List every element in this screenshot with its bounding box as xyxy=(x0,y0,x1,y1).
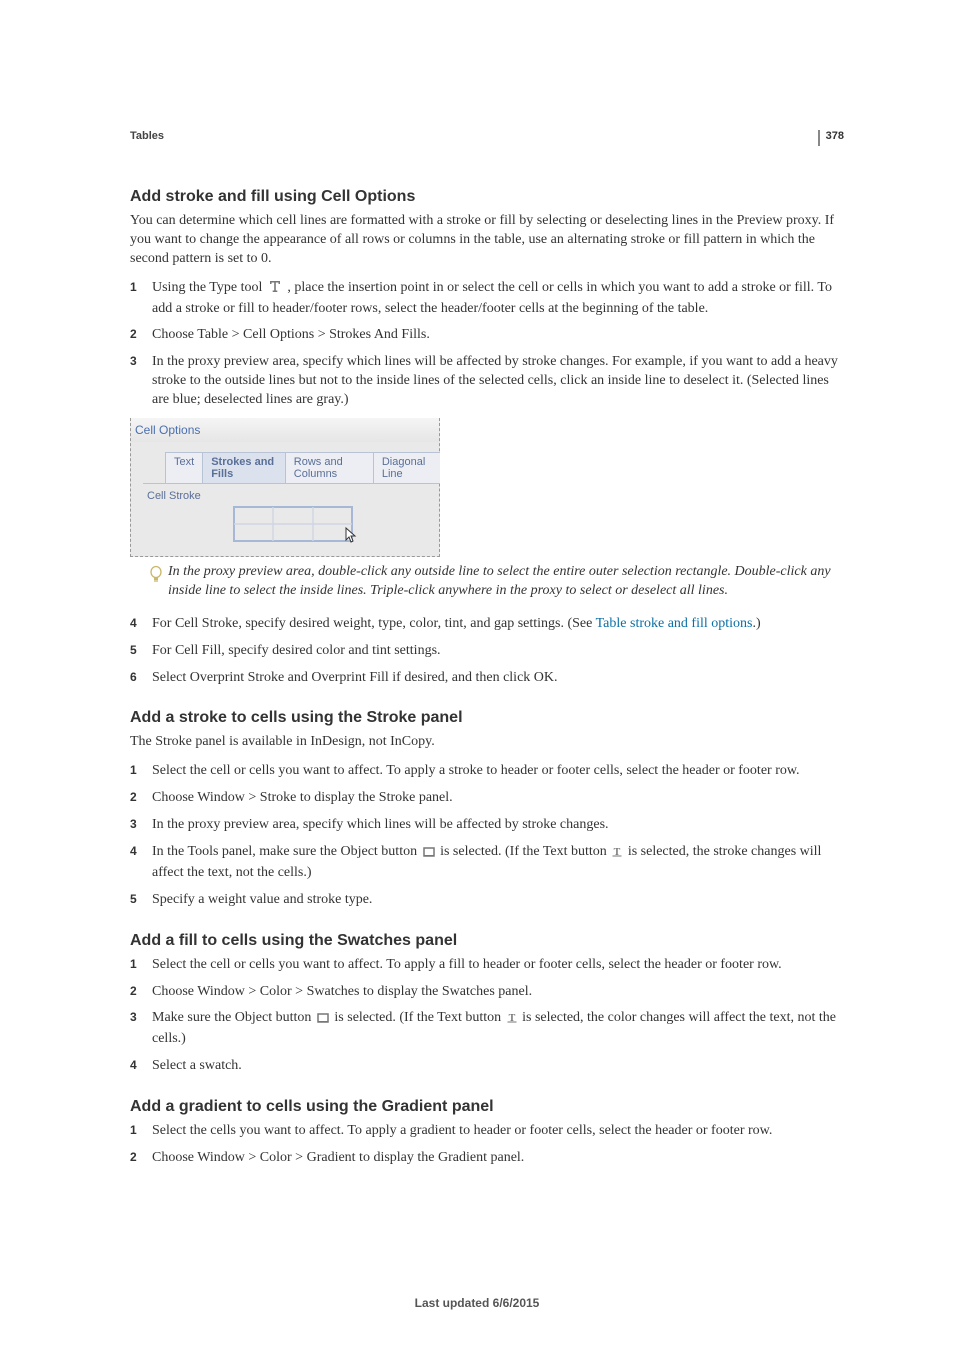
step-3: Make sure the Object button is selected.… xyxy=(130,1009,844,1049)
intro-paragraph: The Stroke panel is available in InDesig… xyxy=(130,733,844,752)
steps-stroke-panel: Select the cell or cells you want to aff… xyxy=(130,762,844,909)
page-body: Tables Add stroke and fill using Cell Op… xyxy=(0,0,954,1216)
step-1: Using the Type tool , place the insertio… xyxy=(130,279,844,319)
heading-gradient-panel: Add a gradient to cells using the Gradie… xyxy=(130,1098,844,1116)
breadcrumb: Tables xyxy=(130,130,844,142)
heading-cell-options: Add stroke and fill using Cell Options xyxy=(130,188,844,206)
step-4: Select a swatch. xyxy=(130,1057,844,1076)
step-text: Using the Type tool xyxy=(152,280,266,295)
text-button-icon: T xyxy=(612,845,622,864)
step-text: For Cell Stroke, specify desired weight,… xyxy=(152,616,596,631)
page-number: 378 xyxy=(818,130,844,146)
step-3: In the proxy preview area, specify which… xyxy=(130,816,844,835)
tab-rows-columns[interactable]: Rows and Columns xyxy=(285,452,374,483)
footer-last-updated: Last updated 6/6/2015 xyxy=(0,1296,954,1310)
proxy-preview[interactable] xyxy=(233,506,353,542)
object-button-icon xyxy=(423,845,435,864)
tab-text[interactable]: Text xyxy=(165,452,203,483)
step-3: In the proxy preview area, specify which… xyxy=(130,353,844,410)
tab-panel: Cell Stroke xyxy=(143,483,439,542)
heading-stroke-panel: Add a stroke to cells using the Stroke p… xyxy=(130,709,844,727)
step-text: .) xyxy=(753,616,761,631)
dialog-body: Text Strokes and Fills Rows and Columns … xyxy=(131,442,439,556)
cell-stroke-label: Cell Stroke xyxy=(147,490,439,502)
step-1: Select the cell or cells you want to aff… xyxy=(130,762,844,781)
type-tool-icon xyxy=(268,279,282,300)
step-text: is selected. (If the Text button xyxy=(440,844,610,859)
cursor-icon xyxy=(345,527,359,548)
step-text: Make sure the Object button xyxy=(152,1010,315,1025)
steps-gradient-panel: Select the cells you want to affect. To … xyxy=(130,1122,844,1168)
lightbulb-icon xyxy=(148,565,164,588)
step-text: In the Tools panel, make sure the Object… xyxy=(152,844,421,859)
step-2: Choose Table > Cell Options > Strokes An… xyxy=(130,326,844,345)
tip: In the proxy preview area, double-click … xyxy=(148,563,844,601)
step-4: For Cell Stroke, specify desired weight,… xyxy=(130,615,844,634)
steps-cell-options: Using the Type tool , place the insertio… xyxy=(130,279,844,410)
tab-strokes-fills[interactable]: Strokes and Fills xyxy=(202,452,286,483)
heading-swatches-panel: Add a fill to cells using the Swatches p… xyxy=(130,932,844,950)
step-text: is selected. (If the Text button xyxy=(334,1010,504,1025)
step-2: Choose Window > Color > Swatches to disp… xyxy=(130,983,844,1002)
intro-paragraph: You can determine which cell lines are f… xyxy=(130,212,844,269)
link-table-stroke-fill-options[interactable]: Table stroke and fill options xyxy=(596,616,753,631)
object-button-icon xyxy=(317,1011,329,1030)
cell-options-dialog: Cell Options Text Strokes and Fills Rows… xyxy=(130,418,440,557)
tab-diagonal-lines[interactable]: Diagonal Line xyxy=(373,452,440,483)
steps-cell-options-cont: For Cell Stroke, specify desired weight,… xyxy=(130,615,844,688)
step-4: In the Tools panel, make sure the Object… xyxy=(130,843,844,883)
steps-swatches-panel: Select the cell or cells you want to aff… xyxy=(130,956,844,1076)
step-5: For Cell Fill, specify desired color and… xyxy=(130,642,844,661)
dialog-title: Cell Options xyxy=(131,418,439,442)
step-2: Choose Window > Color > Gradient to disp… xyxy=(130,1149,844,1168)
step-5: Specify a weight value and stroke type. xyxy=(130,891,844,910)
dialog-tabs: Text Strokes and Fills Rows and Columns … xyxy=(165,452,439,483)
text-button-icon: T xyxy=(507,1011,517,1030)
step-1: Select the cell or cells you want to aff… xyxy=(130,956,844,975)
tip-text: In the proxy preview area, double-click … xyxy=(168,563,844,601)
step-6: Select Overprint Stroke and Overprint Fi… xyxy=(130,669,844,688)
step-2: Choose Window > Stroke to display the St… xyxy=(130,789,844,808)
step-1: Select the cells you want to affect. To … xyxy=(130,1122,844,1141)
